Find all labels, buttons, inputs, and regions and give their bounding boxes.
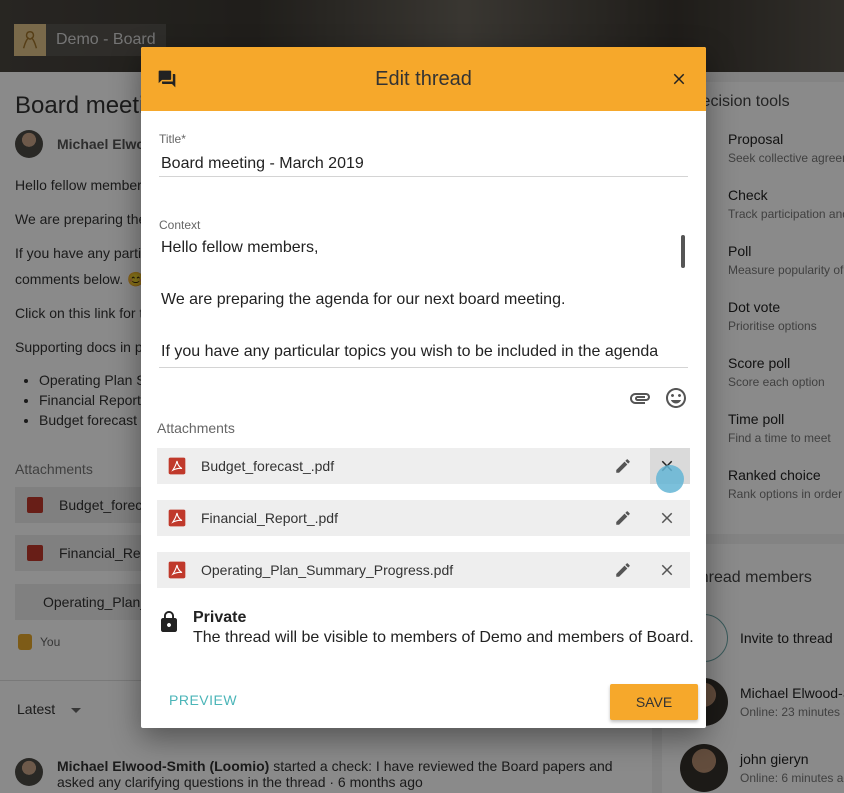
attachment-name[interactable]: Financial_Report_.pdf (201, 510, 338, 526)
privacy-description: The thread will be visible to members of… (193, 629, 694, 646)
edit-icon[interactable] (614, 457, 632, 475)
attachment-row: Financial_Report_.pdf (157, 500, 690, 536)
context-line (159, 313, 688, 339)
context-line: We are preparing the agenda for our next… (161, 291, 566, 308)
dialog-header: Edit thread (141, 47, 706, 111)
edit-icon[interactable] (614, 561, 632, 579)
context-label: Context (159, 218, 201, 232)
edit-icon[interactable] (614, 509, 632, 527)
context-editor[interactable]: Hello fellow members, We are preparing t… (159, 235, 688, 368)
close-icon[interactable] (670, 70, 688, 88)
lock-icon (161, 611, 177, 632)
attachments-heading: Attachments (157, 420, 235, 436)
preview-button[interactable]: Preview (169, 692, 237, 708)
dialog-title: Edit thread (375, 68, 472, 90)
context-line: Hello fellow members, (161, 239, 319, 256)
attach-icon[interactable] (628, 386, 652, 410)
remove-icon[interactable] (658, 509, 676, 527)
pdf-icon (168, 561, 186, 579)
pdf-icon (168, 509, 186, 527)
context-scrollbar[interactable] (681, 235, 685, 268)
context-line (159, 261, 688, 287)
privacy-title: Private (193, 609, 247, 626)
click-ripple (656, 465, 684, 493)
title-input[interactable] (159, 151, 688, 177)
context-line: If you have any particular topics you wi… (161, 343, 659, 360)
attachment-name[interactable]: Operating_Plan_Summary_Progress.pdf (201, 562, 453, 578)
attachment-row: Budget_forecast_.pdf (157, 448, 690, 484)
edit-thread-dialog: Edit thread Title* Context Hello fellow … (141, 47, 706, 728)
remove-icon[interactable] (658, 561, 676, 579)
title-label: Title* (159, 132, 186, 146)
emoji-icon[interactable] (664, 386, 688, 410)
attachment-name[interactable]: Budget_forecast_.pdf (201, 458, 334, 474)
pdf-icon (168, 457, 186, 475)
attachment-row: Operating_Plan_Summary_Progress.pdf (157, 552, 690, 588)
save-button[interactable]: Save (610, 684, 698, 720)
